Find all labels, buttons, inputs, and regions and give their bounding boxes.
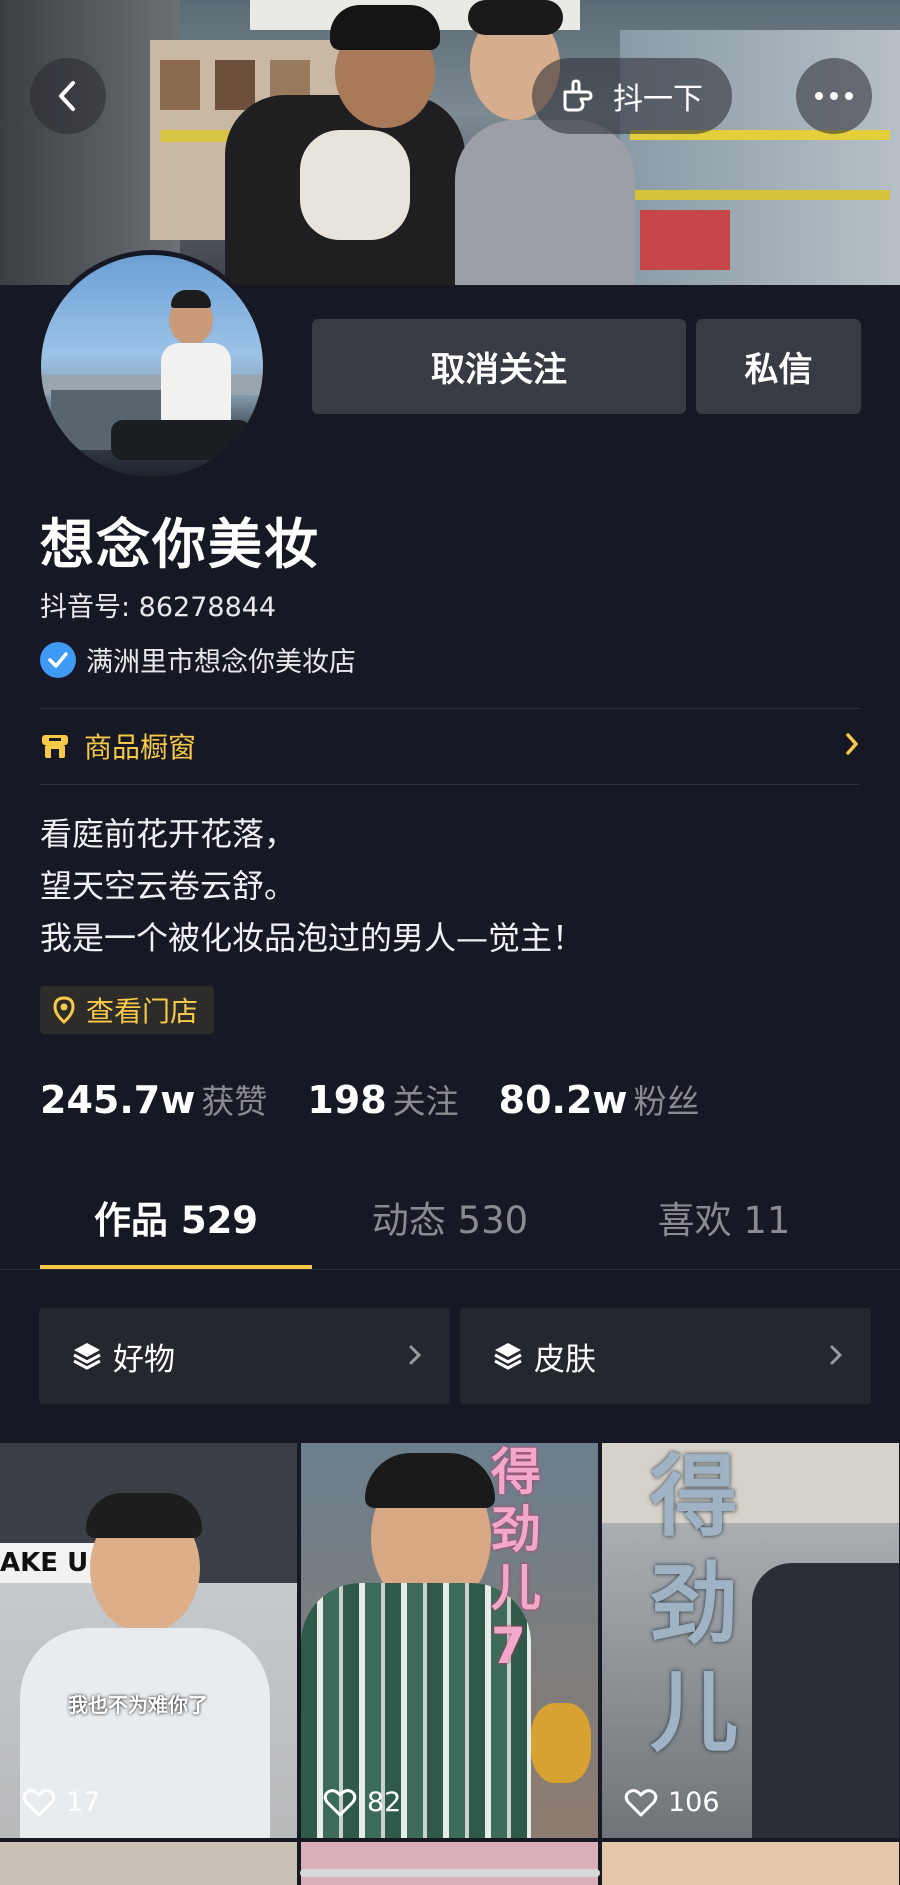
layers-icon (494, 1343, 522, 1370)
video-likes-count: 17 (66, 1787, 101, 1818)
shop-icon (42, 735, 68, 758)
divider (0, 1269, 900, 1270)
video-likes-count: 82 (367, 1787, 402, 1818)
video-caption: 我也不为难你了 (68, 1693, 208, 1717)
avatar-image (41, 255, 263, 477)
video-thumbnail[interactable]: 得劲儿 106 (602, 1443, 899, 1838)
thumbnail-overlay-text: 得劲儿7 (491, 1443, 541, 1675)
heart-icon (22, 1788, 56, 1816)
bio-line: 望天空云卷云舒。 (40, 867, 297, 905)
following-label[interactable]: 关注 (393, 1075, 459, 1123)
chevron-right-icon (408, 1340, 422, 1373)
video-likes: 106 (624, 1787, 720, 1818)
home-indicator (300, 1869, 600, 1877)
share-poke-button[interactable]: 抖一下 (532, 58, 732, 134)
avatar[interactable] (36, 250, 268, 482)
bio: 看庭前花开花落， 望天空云卷云舒。 我是一个被化妆品泡过的男人—觉主！ (40, 808, 584, 964)
stats-row: 245.7w 获赞 198 关注 80.2w 粉丝 (40, 1075, 740, 1123)
video-thumbnail[interactable]: 得劲儿7 82 (301, 1443, 598, 1838)
divider (40, 784, 860, 785)
bio-line: 看庭前花开花落， (40, 815, 297, 853)
heart-icon (624, 1788, 658, 1816)
verified-row: 满洲里市想念你美妆店 (40, 640, 356, 679)
tab-activity[interactable]: 动态 530 (312, 1190, 588, 1244)
more-button[interactable] (796, 58, 872, 134)
content-tabs: 作品 529 动态 530 喜欢 11 (0, 1190, 900, 1270)
collection-goodies[interactable]: 好物 (39, 1308, 450, 1404)
more-dots-icon (815, 92, 853, 100)
chevron-left-icon (59, 81, 75, 111)
video-likes: 82 (323, 1787, 401, 1818)
video-likes-count: 106 (668, 1787, 720, 1818)
chevron-right-icon (829, 1340, 843, 1373)
share-label: 抖一下 (613, 82, 703, 117)
video-thumbnail[interactable] (0, 1842, 297, 1885)
video-thumbnail[interactable] (301, 1842, 598, 1885)
video-thumbnail[interactable]: AKE U 我也不为难你了 17 (0, 1443, 297, 1838)
followers-label[interactable]: 粉丝 (634, 1075, 700, 1123)
profile-cover: 抖一下 (0, 0, 900, 285)
bio-line: 我是一个被化妆品泡过的男人—觉主！ (40, 919, 585, 957)
location-pin-icon (53, 996, 75, 1024)
back-button[interactable] (30, 58, 106, 134)
video-likes: 17 (22, 1787, 100, 1818)
unfollow-button[interactable]: 取消关注 (312, 319, 686, 414)
view-store-button[interactable]: 查看门店 (40, 986, 215, 1034)
shop-window-label: 商品橱窗 (84, 731, 197, 764)
chevron-right-icon (844, 729, 860, 764)
layers-icon (73, 1343, 101, 1370)
followers-count[interactable]: 80.2w (499, 1078, 628, 1122)
collection-label: 皮肤 (534, 1341, 596, 1378)
view-store-label: 查看门店 (86, 995, 199, 1028)
douyin-id: 抖音号: 86278844 (40, 592, 277, 623)
thumbnail-overlay-text: 得劲儿 (650, 1445, 739, 1764)
tab-likes[interactable]: 喜欢 11 (586, 1190, 862, 1244)
tab-works[interactable]: 作品 529 (38, 1190, 314, 1244)
collection-label: 好物 (113, 1341, 175, 1378)
message-button[interactable]: 私信 (696, 319, 861, 414)
shop-window-row[interactable]: 商品橱窗 (40, 708, 860, 784)
verified-check-icon (40, 641, 76, 678)
likes-count: 245.7w (40, 1078, 196, 1122)
likes-label: 获赞 (201, 1082, 268, 1121)
verified-text: 满洲里市想念你美妆店 (86, 647, 356, 678)
collection-skin[interactable]: 皮肤 (460, 1308, 871, 1404)
video-thumbnail[interactable] (602, 1842, 899, 1885)
heart-icon (323, 1788, 357, 1816)
hand-point-icon (563, 79, 593, 112)
cover-person-right (455, 120, 635, 285)
profile-name: 想念你美妆 (40, 513, 320, 576)
following-count[interactable]: 198 (307, 1078, 386, 1122)
